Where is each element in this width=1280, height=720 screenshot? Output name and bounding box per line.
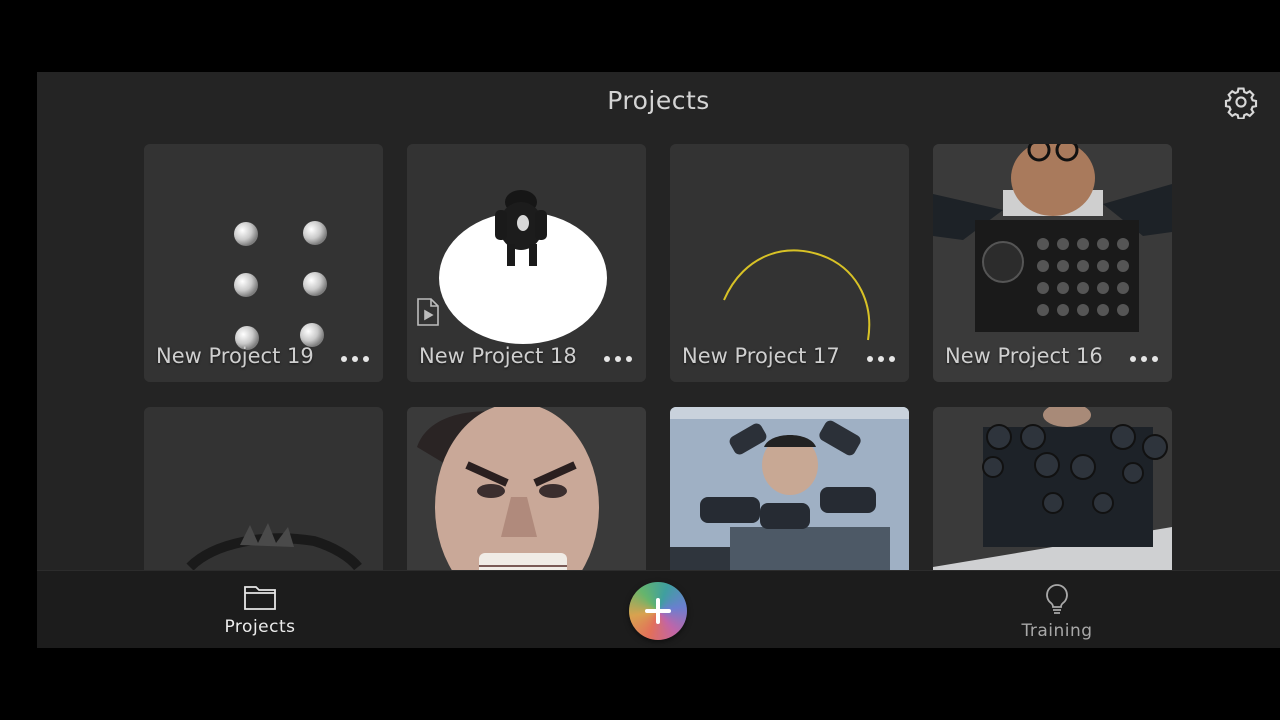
project-card[interactable]: New Project 16 xyxy=(933,144,1172,382)
more-options-button[interactable] xyxy=(604,354,632,364)
project-name: New Project 19 xyxy=(156,344,314,368)
project-thumbnail xyxy=(407,407,646,570)
nav-projects-label: Projects xyxy=(224,617,296,637)
project-card[interactable]: New Project 18 xyxy=(407,144,646,382)
project-thumbnail xyxy=(933,407,1172,570)
nav-training-label: Training xyxy=(1021,621,1093,641)
video-file-icon xyxy=(417,298,439,326)
app-window: Projects New Project 19 New Project 18 N… xyxy=(37,72,1280,648)
project-card[interactable]: New Project 17 xyxy=(670,144,909,382)
project-card[interactable] xyxy=(933,407,1172,570)
plus-icon xyxy=(645,598,671,624)
folder-icon xyxy=(244,586,276,610)
project-thumbnail xyxy=(144,407,383,570)
more-options-button[interactable] xyxy=(341,354,369,364)
project-card[interactable] xyxy=(144,407,383,570)
projects-grid: New Project 19 New Project 18 New Projec… xyxy=(144,144,1174,570)
nav-projects[interactable]: Projects xyxy=(200,583,320,637)
settings-button[interactable] xyxy=(1223,84,1259,120)
bottom-navigation: Projects Training xyxy=(37,570,1280,648)
add-project-button[interactable] xyxy=(629,582,687,640)
project-name: New Project 18 xyxy=(419,344,577,368)
lightbulb-icon xyxy=(1046,584,1068,614)
project-name: New Project 16 xyxy=(945,344,1103,368)
nav-training[interactable]: Training xyxy=(997,583,1117,641)
project-card[interactable]: New Project 19 xyxy=(144,144,383,382)
page-title: Projects xyxy=(607,86,710,115)
gear-icon xyxy=(1224,87,1258,119)
project-card[interactable] xyxy=(407,407,646,570)
project-name: New Project 17 xyxy=(682,344,840,368)
more-options-button[interactable] xyxy=(1130,354,1158,364)
more-options-button[interactable] xyxy=(867,354,895,364)
project-thumbnail xyxy=(670,407,909,570)
project-card[interactable] xyxy=(670,407,909,570)
